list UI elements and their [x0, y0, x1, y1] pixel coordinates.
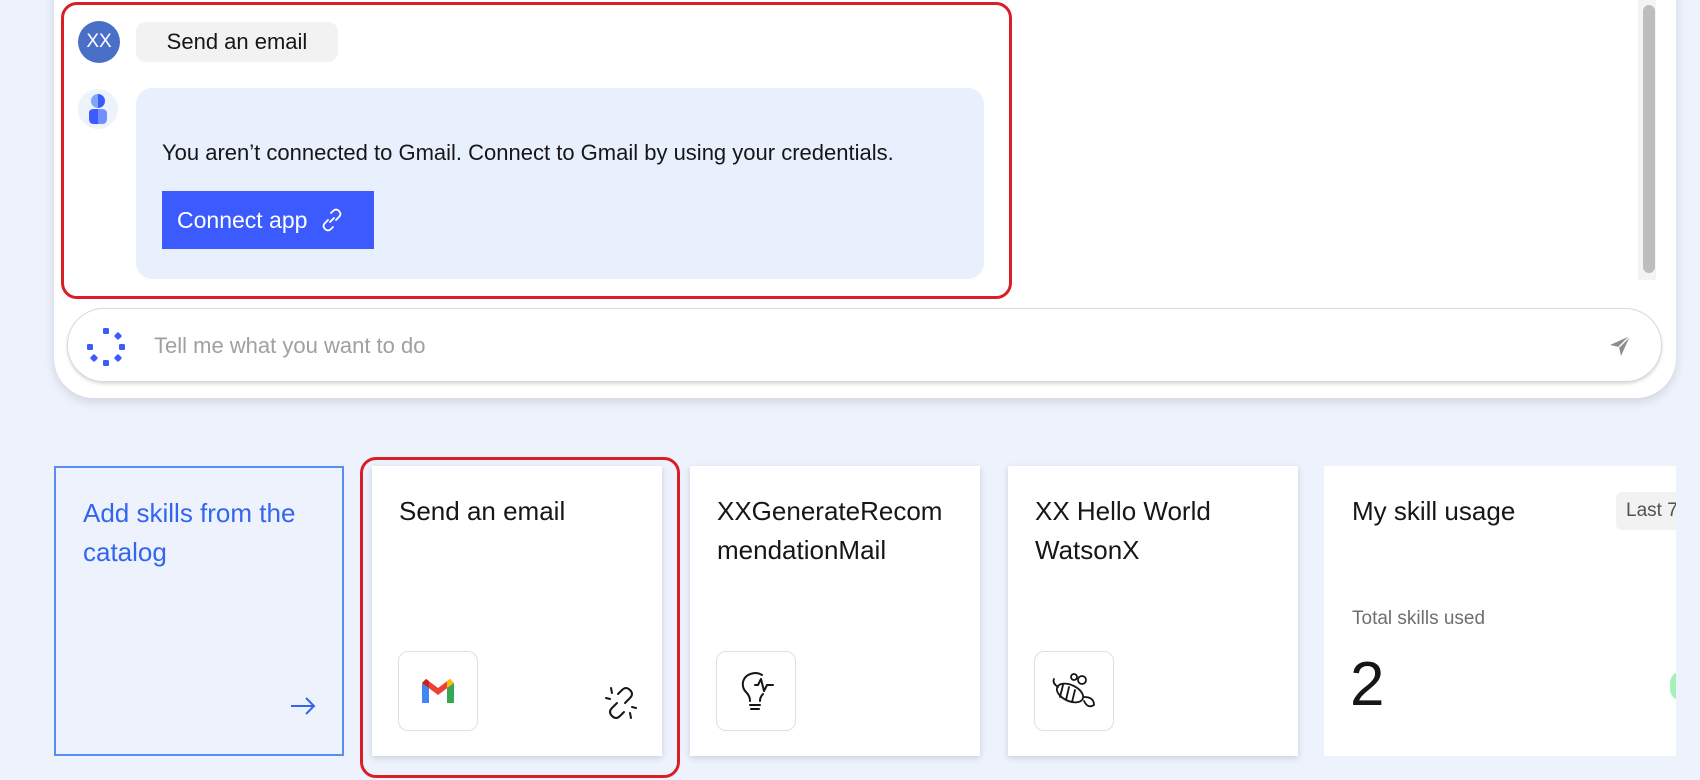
prompt-input-placeholder[interactable]: Tell me what you want to do — [154, 333, 425, 359]
page-edge — [1676, 400, 1700, 780]
bee-icon — [1034, 651, 1114, 731]
skill-card-generate-recommendation[interactable]: XXGenerateRecom mendationMail — [690, 466, 980, 756]
send-icon[interactable] — [1607, 333, 1633, 359]
skill-card-title: XXGenerateRecom mendationMail — [717, 496, 943, 565]
chat-highlight-box — [61, 2, 1012, 299]
skill-card-highlight-box — [360, 457, 680, 778]
add-skills-card[interactable]: Add skills from the catalog — [54, 466, 344, 756]
total-skills-label: Total skills used — [1352, 608, 1486, 629]
total-skills-value: 2 — [1350, 650, 1385, 719]
prompt-input-bar[interactable]: Tell me what you want to do — [67, 308, 1662, 382]
skill-usage-card: My skill usage Last 7 days Total skills … — [1324, 466, 1696, 756]
skill-card-title: XX Hello World WatsonX — [1035, 496, 1211, 565]
lightbulb-icon — [716, 651, 796, 731]
add-skills-label: Add skills from the catalog — [83, 498, 296, 567]
skill-usage-title: My skill usage — [1352, 496, 1516, 526]
skill-card-hello-world[interactable]: XX Hello World WatsonX — [1008, 466, 1298, 756]
arrow-right-icon — [291, 697, 316, 715]
chat-scrollbar-thumb[interactable] — [1643, 5, 1655, 273]
loading-spinner-icon — [87, 328, 125, 366]
